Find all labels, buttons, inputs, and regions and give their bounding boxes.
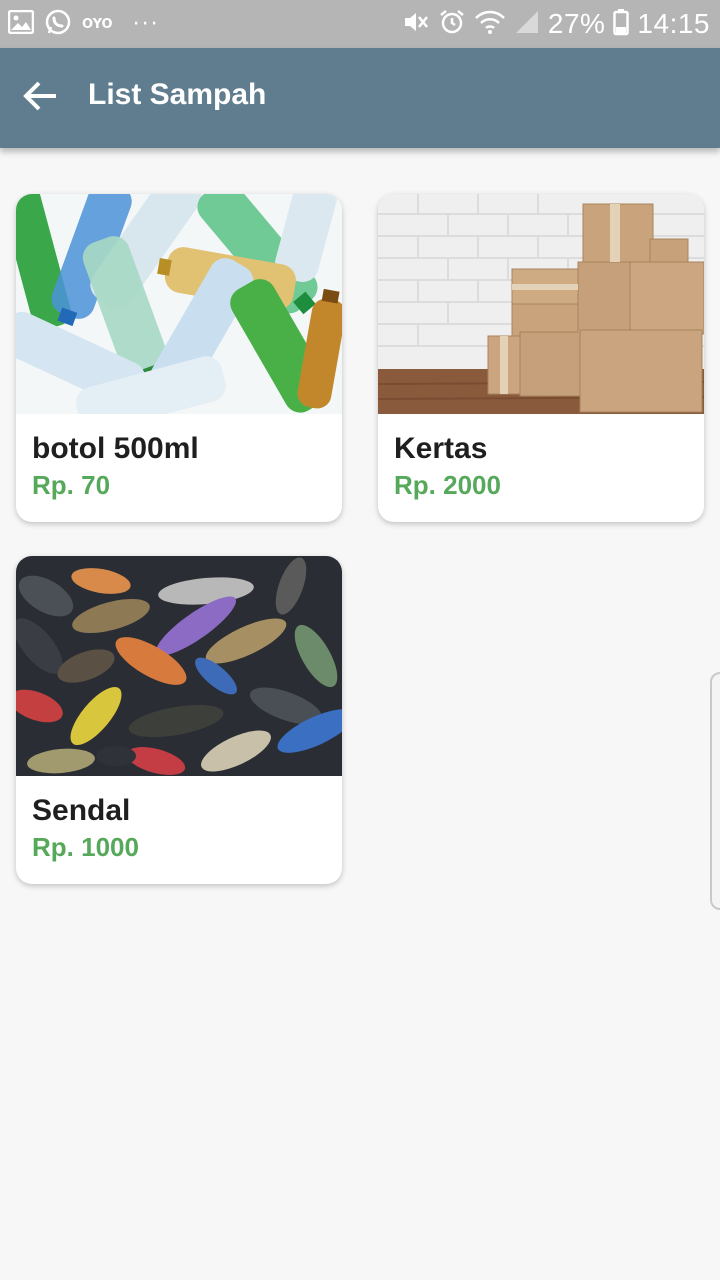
carrier-label: OYO (82, 16, 113, 32)
item-name: botol 500ml (32, 432, 199, 465)
arrow-left-icon (22, 80, 58, 117)
item-price: Rp. 2000 (394, 470, 501, 500)
more-notifications-indicator: ··· (132, 11, 160, 37)
back-button[interactable] (14, 74, 66, 122)
battery-percent: 27% (547, 8, 606, 39)
gallery-icon (7, 9, 35, 39)
cardboard-boxes-image (378, 194, 704, 414)
item-card-sendal[interactable]: Sendal Rp. 1000 (16, 556, 342, 884)
alarm-icon (438, 8, 466, 41)
signal-icon (514, 9, 540, 40)
whatsapp-icon (44, 8, 72, 41)
item-card-kertas[interactable]: Kertas Rp. 2000 (378, 194, 704, 522)
item-price: Rp. 70 (32, 470, 111, 500)
status-bar-left: OYO ··· (7, 8, 160, 41)
app-bar: List Sampah (0, 48, 720, 148)
clock: 14:15 (637, 8, 710, 39)
page-title: List Sampah (88, 78, 267, 111)
battery-icon (613, 8, 630, 41)
item-name: Kertas (394, 432, 488, 465)
status-bar: OYO ··· 27% 14:15 (0, 0, 720, 48)
item-card-botol[interactable]: botol 500ml Rp. 70 (16, 194, 342, 522)
plastic-bottles-image (16, 194, 342, 414)
wifi-icon (474, 8, 506, 41)
edge-panel-handle[interactable] (710, 672, 720, 910)
status-bar-right: 27% 14:15 (402, 6, 710, 42)
sandals-pile-image (16, 556, 342, 776)
mute-icon (402, 8, 430, 41)
item-name: Sendal (32, 794, 131, 827)
item-price: Rp. 1000 (32, 832, 139, 862)
